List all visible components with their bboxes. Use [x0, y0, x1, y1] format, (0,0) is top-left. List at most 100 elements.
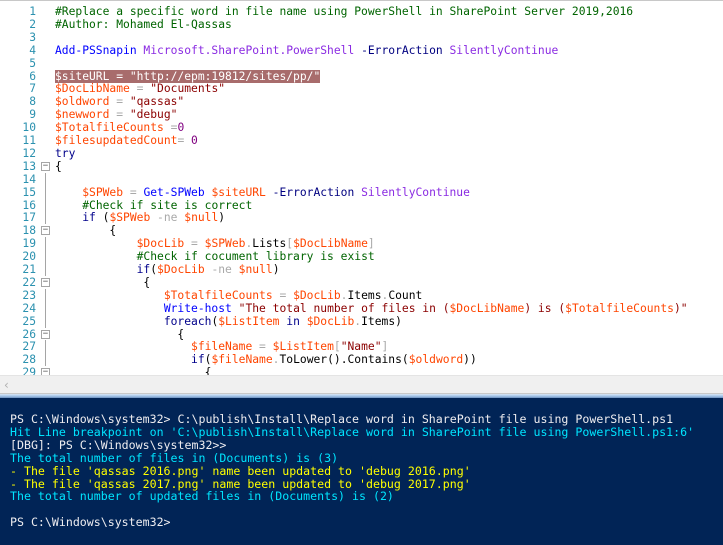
line-number: 7 [29, 82, 36, 96]
code-line[interactable]: 15 $SPWeb = Get-SPWeb $siteURL -ErrorAct… [0, 185, 723, 199]
collapse-region-icon[interactable]: − [41, 368, 50, 375]
collapse-region-icon[interactable]: − [41, 329, 50, 339]
fold-margin[interactable]: − [41, 366, 50, 375]
code-line[interactable]: 2 #Author: Mohamed El-Qassas [0, 18, 723, 31]
code-line[interactable]: 14 [0, 172, 723, 186]
code-line[interactable]: 5 [0, 57, 723, 70]
code-line[interactable]: 12 try [0, 147, 723, 160]
code-token: 0 [191, 134, 198, 147]
code-text: { [55, 160, 62, 173]
fold-margin[interactable]: − [41, 328, 50, 341]
line-number: 8 [29, 95, 36, 109]
code-token: $oldword [408, 353, 464, 367]
code-text: #Check if cocument library is exist [55, 250, 375, 263]
breakpoint-highlighted-code: $siteURL = "http://epm:19812/sites/pp/" [55, 69, 321, 83]
fold-guide-line [45, 185, 46, 199]
line-number: 18 [22, 224, 36, 238]
code-line[interactable]: 18− { [0, 224, 723, 237]
line-number: 13 [22, 159, 36, 173]
collapse-region-icon[interactable]: − [41, 226, 50, 236]
code-text: #Check if site is correct [55, 199, 252, 212]
code-line[interactable]: 24 Write-host "The total number of files… [0, 301, 723, 315]
code-line[interactable]: 22− { [0, 276, 723, 289]
code-line[interactable]: 29− { [0, 366, 723, 375]
code-token: -ErrorAction [272, 185, 362, 199]
code-text: $oldword = "qassas" [55, 95, 184, 108]
fold-guide-line [45, 250, 46, 264]
code-token: ] [381, 340, 389, 354]
fold-margin [41, 340, 50, 354]
code-line[interactable]: 23 $TotalfileCounts = $DocLib.Items.Coun… [0, 288, 723, 302]
code-token: Add-PSSnapin [55, 43, 144, 57]
fold-guide-line [45, 237, 46, 251]
code-line[interactable]: 3 [0, 31, 723, 44]
code-text: if($DocLib -ne $null) [55, 263, 280, 276]
code-token: = [163, 121, 178, 135]
code-token: in [279, 314, 307, 328]
code-line[interactable]: 26− { [0, 328, 723, 341]
code-line[interactable]: 20 #Check if cocument library is exist [0, 250, 723, 264]
code-token: = [177, 134, 192, 147]
code-text: #Author: Mohamed El-Qassas [55, 18, 232, 31]
code-line[interactable]: 19 $DocLib = $SPWeb.Lists[$DocLibName] [0, 237, 723, 251]
console-pane[interactable]: PS C:\Windows\system32> C:\publish\Insta… [0, 398, 723, 545]
code-token: Contains [347, 353, 402, 367]
code-token: $newword [55, 108, 110, 122]
fold-margin[interactable]: − [41, 224, 50, 237]
code-line[interactable]: 21 if($DocLib -ne $null) [0, 263, 723, 276]
code-token: = [123, 185, 144, 199]
code-line[interactable]: 17 if ($SPWeb -ne $null) [0, 211, 723, 225]
code-line[interactable]: 28 if($fileName.ToLower().Contains($oldw… [0, 353, 723, 367]
code-line[interactable]: 6 $siteURL = "http://epm:19812/sites/pp/" [0, 69, 723, 83]
scroll-left-arrow-icon[interactable]: ‹ [4, 378, 9, 392]
code-token: $DocLibName [449, 301, 525, 315]
code-token: $TotalfileCounts [163, 288, 273, 302]
code-line[interactable]: 8 $oldword = "qassas" [0, 95, 723, 108]
code-line[interactable]: 13−{ [0, 160, 723, 173]
code-line[interactable]: 4 Add-PSSnapin Microsoft.SharePoint.Power… [0, 44, 723, 57]
code-line[interactable]: 7 $DocLibName = "Documents" [0, 82, 723, 95]
code-token: #Check if cocument library is exist [136, 250, 375, 264]
code-token: $filesupdatedCount [55, 134, 178, 147]
code-token: "Documents" [150, 82, 226, 96]
code-token: $ListItem [218, 314, 280, 328]
fold-guide-line [45, 340, 46, 354]
fold-margin[interactable]: − [41, 160, 50, 173]
code-text: $DocLibName = "Documents" [55, 82, 225, 95]
code-line[interactable]: 10 $TotalfileCounts =0 [0, 121, 723, 134]
code-token: $null [184, 211, 219, 225]
code-token: ] [367, 237, 375, 251]
collapse-region-icon[interactable]: − [41, 161, 50, 171]
code-token: )" [673, 301, 688, 315]
fold-margin [41, 301, 50, 315]
code-line[interactable]: 11 $filesupdatedCount= 0 [0, 134, 723, 147]
code-line[interactable]: 25 foreach($ListItem in $DocLib.Items) [0, 314, 723, 328]
code-token: Count [388, 288, 423, 302]
code-text: $fileName = $ListItem["Name"] [55, 340, 388, 353]
fold-margin [41, 18, 50, 31]
collapse-region-icon[interactable]: − [41, 277, 50, 287]
code-token: $SPWeb [204, 237, 246, 251]
line-number: 24 [22, 301, 36, 315]
code-token: ToLower [279, 353, 328, 367]
code-token: -ne [150, 211, 185, 225]
code-text: { [55, 328, 184, 341]
code-token: ) [395, 314, 402, 328]
code-token: Items [361, 314, 396, 328]
script-editor-pane[interactable]: 1 #Replace a specific word in file name u… [0, 0, 723, 375]
code-text: $TotalfileCounts =0 [55, 121, 184, 134]
code-token: #Replace a specific word in file name us… [55, 5, 634, 18]
line-number: 15 [22, 185, 36, 199]
code-line[interactable]: 27 $fileName = $ListItem["Name"] [0, 340, 723, 354]
code-line[interactable]: 16 #Check if site is correct [0, 198, 723, 212]
code-line[interactable]: 1 #Replace a specific word in file name u… [0, 5, 723, 18]
fold-margin[interactable]: − [41, 276, 50, 289]
fold-margin [41, 353, 50, 367]
code-token: $null [238, 263, 273, 276]
horizontal-scrollbar[interactable]: ‹ [0, 375, 723, 394]
code-token: = [109, 108, 130, 122]
code-line[interactable]: 9 $newword = "debug" [0, 108, 723, 121]
